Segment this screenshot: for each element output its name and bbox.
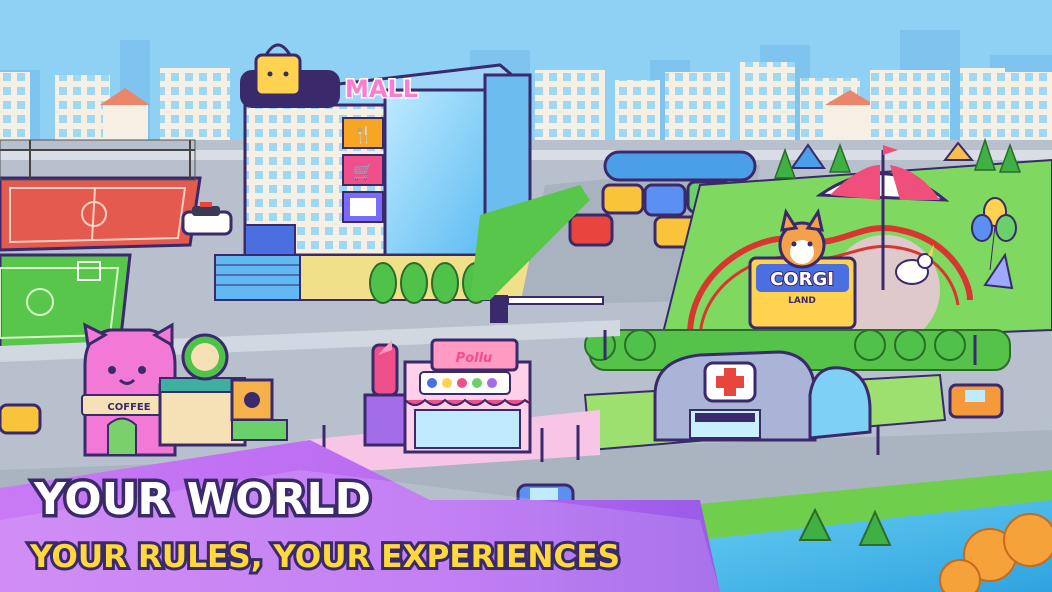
headline-title: YOUR WORLD bbox=[33, 474, 371, 525]
fork-knife-icon: 🍴 bbox=[353, 125, 373, 144]
van bbox=[948, 383, 1004, 419]
coffee-sign: COFFEE bbox=[107, 402, 150, 413]
station-roof bbox=[603, 150, 757, 182]
game-scene: 🍴 🛒 MALL CORGI LAND Pollu COFFEE YOUR WO… bbox=[0, 0, 1052, 592]
cross-icon bbox=[703, 361, 757, 403]
corgi-sign: CORGI bbox=[770, 269, 834, 290]
shop-sign: Pollu bbox=[456, 351, 493, 366]
yellow-car bbox=[0, 403, 42, 435]
mall-sign: MALL bbox=[345, 75, 418, 103]
cart-icon: 🛒 bbox=[353, 162, 373, 181]
land-sign: LAND bbox=[788, 296, 816, 306]
headline-subtitle: YOUR RULES, YOUR EXPERIENCES bbox=[29, 539, 620, 575]
city-illustration: 🍴 🛒 MALL CORGI LAND Pollu COFFEE YOUR WO… bbox=[0, 0, 1052, 592]
